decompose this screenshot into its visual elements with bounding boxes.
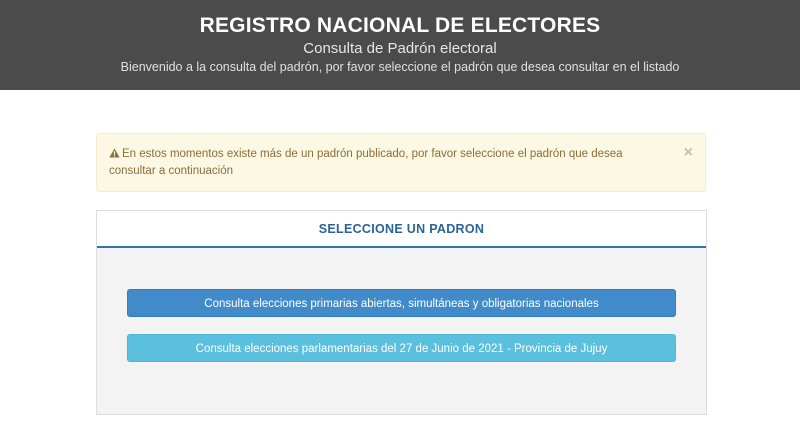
panel-heading: SELECCIONE UN PADRON xyxy=(97,211,706,248)
page-header: REGISTRO NACIONAL DE ELECTORES Consulta … xyxy=(0,0,800,90)
padron-selection-panel: SELECCIONE UN PADRON Consulta elecciones… xyxy=(96,210,707,415)
page-title: REGISTRO NACIONAL DE ELECTORES xyxy=(199,14,601,37)
close-icon[interactable]: × xyxy=(684,145,693,161)
warning-alert: En estos momentos existe más de un padró… xyxy=(96,133,706,192)
padron-option-primarias-button[interactable]: Consulta elecciones primarias abiertas, … xyxy=(127,289,676,317)
warning-icon xyxy=(109,148,120,158)
alert-message: En estos momentos existe más de un padró… xyxy=(109,148,623,177)
padron-option-jujuy-button[interactable]: Consulta elecciones parlamentarias del 2… xyxy=(127,334,676,362)
page-subtitle: Consulta de Padrón electoral xyxy=(303,40,497,57)
welcome-text: Bienvenido a la consulta del padrón, por… xyxy=(120,60,680,74)
